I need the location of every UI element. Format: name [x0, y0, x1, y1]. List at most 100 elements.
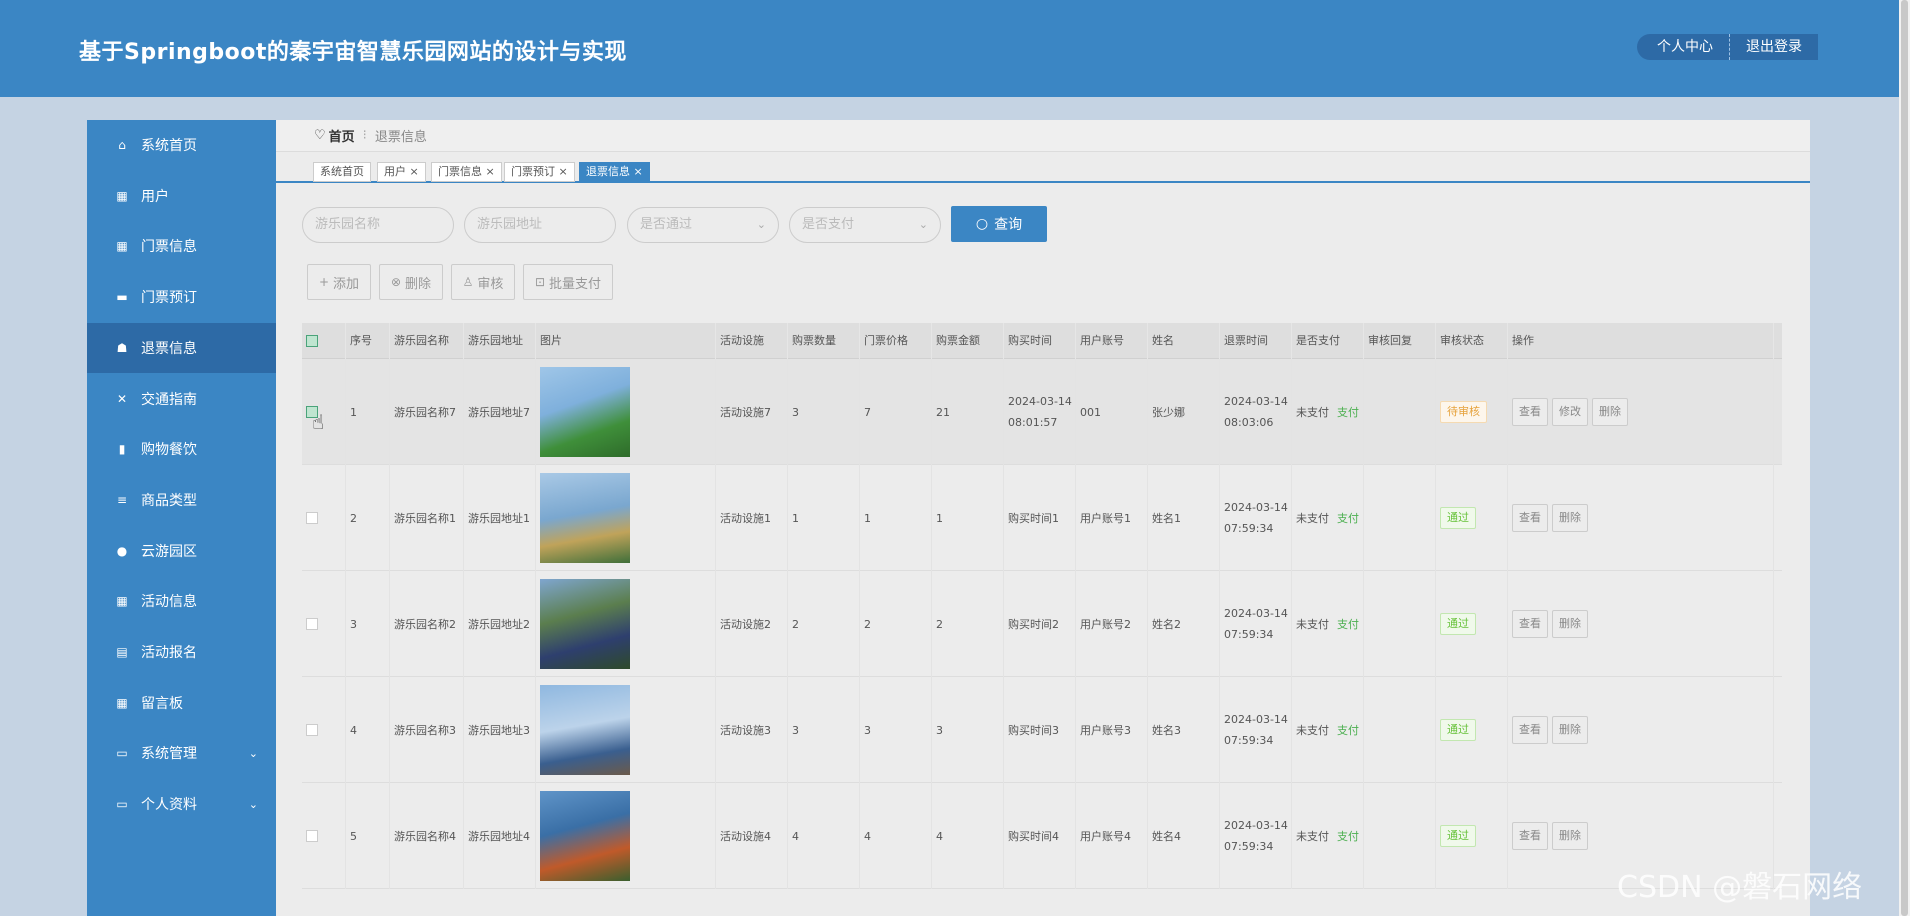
row-checkbox[interactable] [306, 830, 318, 842]
row-checkbox[interactable] [306, 618, 318, 630]
paid-select[interactable]: 是否支付 ⌄ [789, 207, 941, 243]
paid-status: 未支付 [1296, 617, 1329, 631]
refund-time-line: 07:59:34 [1224, 840, 1274, 853]
refund-time: 2024-03-14 07:59:34 [1224, 603, 1288, 645]
sidebar-item[interactable]: ▭ 个人资料 ⌄ [87, 779, 276, 829]
select-all-checkbox[interactable] [306, 335, 318, 347]
table-cell: 游乐园名称3 [390, 677, 464, 783]
table-cell: 5 [346, 783, 390, 889]
sidebar-item[interactable]: ▬ 门票预订 [87, 272, 276, 322]
table-row[interactable]: 2 游乐园名称1 游乐园地址1 活动设施1 1 1 1 购买时间1 用户账号1 姓名1 2024-0… [302, 465, 1782, 571]
row-checkbox[interactable] [306, 724, 318, 736]
table-cell: 未支付 支付 [1292, 465, 1364, 571]
pay-link[interactable]: 支付 [1337, 508, 1359, 529]
sidebar-item[interactable]: ▤ 活动报名 [87, 627, 276, 677]
batch-pay-button[interactable]: ⊡ 批量支付 [523, 264, 613, 300]
cell-text: 活动设施2 [720, 617, 771, 631]
ride-thumbnail[interactable] [540, 367, 630, 457]
sidebar-item-label: 云游园区 [141, 543, 197, 560]
hand-cursor-icon: ☝ [312, 410, 325, 434]
refund-time-line: 2024-03-14 [1224, 395, 1288, 408]
ride-thumbnail[interactable] [540, 473, 630, 563]
chevron-down-icon: ⌄ [248, 746, 258, 760]
paid-placeholder: 是否支付 [802, 217, 855, 232]
park-address-input[interactable]: 游乐园地址 [464, 207, 616, 243]
tab-item[interactable]: 退票信息 × [579, 162, 650, 182]
paid-status: 未支付 [1296, 829, 1329, 843]
refund-time-line: 2024-03-14 [1224, 501, 1288, 514]
tab-item[interactable]: 门票预订 × [504, 162, 575, 182]
sidebar-item[interactable]: ▦ 门票信息 [87, 221, 276, 271]
delete-row-button[interactable]: 删除 [1592, 398, 1628, 426]
table-row[interactable]: 4 游乐园名称3 游乐园地址3 活动设施3 3 3 3 购买时间3 用户账号3 姓名3 2024-0… [302, 677, 1782, 783]
edit-button[interactable]: 修改 [1552, 398, 1588, 426]
sidebar-item[interactable]: ▭ 系统管理 ⌄ [87, 728, 276, 778]
view-button[interactable]: 查看 [1512, 822, 1548, 850]
sidebar-item[interactable]: ☗ 退票信息 [87, 322, 276, 373]
table-cell: 3 [932, 677, 1004, 783]
tab-item[interactable]: 门票信息 × [431, 162, 502, 182]
pay-link[interactable]: 支付 [1337, 614, 1359, 635]
column-header: 是否支付 [1292, 323, 1364, 359]
view-button[interactable]: 查看 [1512, 398, 1548, 426]
refund-time-line: 08:03:06 [1224, 416, 1274, 429]
add-button[interactable]: + 添加 [307, 264, 371, 300]
sidebar-item[interactable]: ▦ 用户 [87, 171, 276, 221]
pay-link[interactable]: 支付 [1337, 720, 1359, 741]
refund-time: 2024-03-14 07:59:34 [1224, 709, 1288, 751]
review-button[interactable]: ♙ 审核 [451, 264, 515, 300]
column-header: 游乐园名称 [390, 323, 464, 359]
cell-text: 游乐园地址2 [468, 617, 530, 631]
view-button[interactable]: 查看 [1512, 504, 1548, 532]
ride-thumbnail[interactable] [540, 685, 630, 775]
sidebar-item[interactable]: ✕ 交通指南 [87, 374, 276, 424]
query-button[interactable]: ○ 查询 [951, 206, 1047, 242]
delete-row-button[interactable]: 删除 [1552, 504, 1588, 532]
delete-button[interactable]: ⊗ 删除 [379, 264, 443, 300]
table-cell: 2 [932, 571, 1004, 677]
delete-row-button[interactable]: 删除 [1552, 822, 1588, 850]
pay-link[interactable]: 支付 [1337, 826, 1359, 847]
passed-select[interactable]: 是否通过 ⌄ [627, 207, 779, 243]
pay-link[interactable]: 支付 [1337, 402, 1359, 423]
table-row[interactable]: 5 游乐园名称4 游乐园地址4 活动设施4 4 4 4 购买时间4 用户账号4 姓名4 2024-0… [302, 783, 1782, 889]
view-button[interactable]: 查看 [1512, 716, 1548, 744]
park-name-input[interactable]: 游乐园名称 [302, 207, 454, 243]
column-header: 购票金额 [932, 323, 1004, 359]
tab-item[interactable]: 用户 × [377, 162, 426, 182]
delete-row-button[interactable]: 删除 [1552, 716, 1588, 744]
view-button[interactable]: 查看 [1512, 610, 1548, 638]
refund-time-line: 07:59:34 [1224, 734, 1274, 747]
review-status-badge: 通过 [1440, 825, 1476, 847]
sidebar-item[interactable]: ▦ 留言板 [87, 678, 276, 728]
page-scrollbar[interactable] [1899, 0, 1910, 916]
table-cell: 待审核 [1436, 359, 1508, 465]
column-header: 游乐园地址 [464, 323, 536, 359]
sidebar-item[interactable]: ⌂ 系统首页 [87, 120, 276, 170]
table-cell: 游乐园地址7 [464, 359, 536, 465]
cell-text: 4 [792, 829, 799, 843]
ride-thumbnail[interactable] [540, 791, 630, 881]
sidebar-item[interactable]: ▦ 活动信息 [87, 576, 276, 626]
logout-button[interactable]: 退出登录 [1730, 34, 1818, 60]
table-row[interactable]: 3 游乐园名称2 游乐园地址2 活动设施2 2 2 2 购买时间2 用户账号2 姓名2 2024-0… [302, 571, 1782, 677]
sidebar-item[interactable]: ▮ 购物餐饮 [87, 424, 276, 474]
cell-text: 活动设施4 [720, 829, 771, 843]
profile-center-button[interactable]: 个人中心 [1637, 34, 1730, 60]
breadcrumb-home[interactable]: 首页 [329, 126, 355, 145]
sidebar: ⌂ 系统首页 ▦ 用户 ▦ 门票信息 ▬ 门票预订 ☗ 退票信息 ✕ 交通指南 ▮ 购物餐饮 ≡ 商品类型 ● 云… [87, 120, 276, 916]
sidebar-item[interactable]: ≡ 商品类型 [87, 475, 276, 525]
table-cell [1364, 677, 1436, 783]
row-checkbox[interactable] [306, 512, 318, 524]
scrollbar-thumb[interactable] [1901, 0, 1908, 916]
sidebar-item[interactable]: ● 云游园区 [87, 526, 276, 576]
cell-text: 21 [936, 405, 950, 419]
cell-text: 游乐园名称2 [394, 617, 456, 631]
table-row[interactable]: 1 游乐园名称7 游乐园地址7 活动设施7 3 7 21 2024-03-14 08:01:57… [302, 359, 1782, 465]
tab-item[interactable]: 系统首页 [313, 162, 371, 182]
table-cell: 1 [860, 465, 932, 571]
cell-text: 张少娜 [1152, 405, 1185, 419]
delete-row-button[interactable]: 删除 [1552, 610, 1588, 638]
cell-text: 2 [792, 617, 799, 631]
ride-thumbnail[interactable] [540, 579, 630, 669]
